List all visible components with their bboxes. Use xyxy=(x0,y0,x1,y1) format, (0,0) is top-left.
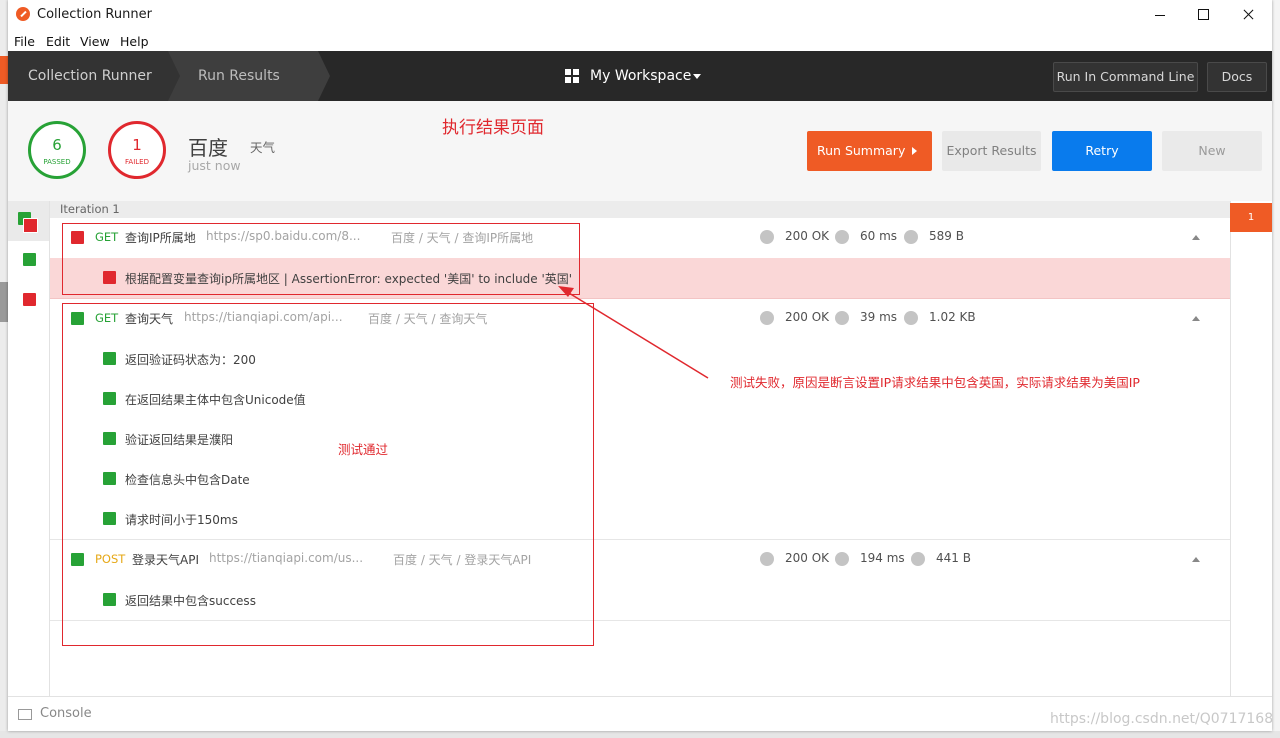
background-taskbar-edge xyxy=(0,731,1280,738)
collection-runner-window: Collection Runner File Edit View Help Co… xyxy=(8,0,1272,731)
annotation-arrow xyxy=(558,286,709,379)
watermark: https://blog.csdn.net/Q0717168 xyxy=(1050,711,1274,727)
background-window-edge-right xyxy=(1272,0,1280,738)
